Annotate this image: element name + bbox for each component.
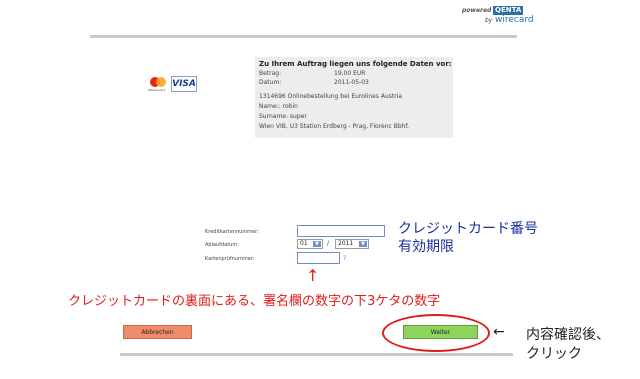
cvc-label: Kartenprüfnummer: xyxy=(205,256,255,262)
card-number-annotation: クレジットカード番号 xyxy=(398,221,538,237)
order-description: 1314696 Onlinebestellung bei Eurolines A… xyxy=(259,93,403,100)
confirm-annotation-1: 内容確認後、 xyxy=(526,327,610,343)
arrow-left-icon: ← xyxy=(493,324,505,340)
route-line: Wien VIB, U3 Station Erdberg - Prag, Flo… xyxy=(259,123,410,130)
next-button[interactable]: Weiter xyxy=(403,325,478,339)
expiry-separator: / xyxy=(327,240,330,247)
chevron-down-icon: ▼ xyxy=(359,241,367,247)
order-heading: Zu Ihrem Auftrag liegen uns folgende Dat… xyxy=(259,60,452,68)
cvc-input[interactable] xyxy=(297,252,340,264)
cvc-annotation: クレジットカードの裏面にある、署名欄の数字の下3ケタの数字 xyxy=(68,294,441,309)
confirm-annotation-2: クリック xyxy=(526,346,582,362)
mastercard-label: MasterCard xyxy=(148,88,166,92)
expiry-label: Ablaufdatum: xyxy=(205,242,239,248)
expiry-year-select[interactable]: 2011 ▼ xyxy=(335,239,369,249)
date-label: Datum: xyxy=(259,79,282,86)
expiry-month-value: 01 xyxy=(300,240,308,247)
cancel-button[interactable]: Abbrechen xyxy=(123,325,192,339)
visa-icon: VISA xyxy=(171,76,197,92)
surname-line: Surname: super xyxy=(259,113,307,120)
expiry-month-select[interactable]: 01 ▼ xyxy=(297,239,323,249)
expiry-year-value: 2011 xyxy=(338,240,354,247)
brand-label: QENTA xyxy=(493,6,524,15)
arrow-up-icon: ↑ xyxy=(306,266,320,285)
name-line: Name:: robin xyxy=(259,103,298,110)
provider-label: wirecard xyxy=(495,15,534,25)
bottom-divider xyxy=(120,353,513,356)
powered-label: powered xyxy=(462,7,492,14)
order-info-box: Zu Ihrem Auftrag liegen uns folgende Dat… xyxy=(255,57,453,138)
card-number-input[interactable] xyxy=(297,225,385,237)
expiry-annotation: 有効期限 xyxy=(398,239,454,255)
card-number-label: Kreditkartennummer: xyxy=(205,229,259,235)
provider-logo: powered QENTA by wirecard xyxy=(462,6,534,32)
amount-value: 19,00 EUR xyxy=(334,70,366,77)
top-divider xyxy=(90,35,517,38)
amount-label: Betrag: xyxy=(259,70,282,77)
cvc-help-link[interactable]: ? xyxy=(343,255,346,262)
chevron-down-icon: ▼ xyxy=(313,241,321,247)
mastercard-icon xyxy=(150,77,166,88)
by-label: by xyxy=(485,17,493,24)
date-value: 2011-05-03 xyxy=(334,79,369,86)
